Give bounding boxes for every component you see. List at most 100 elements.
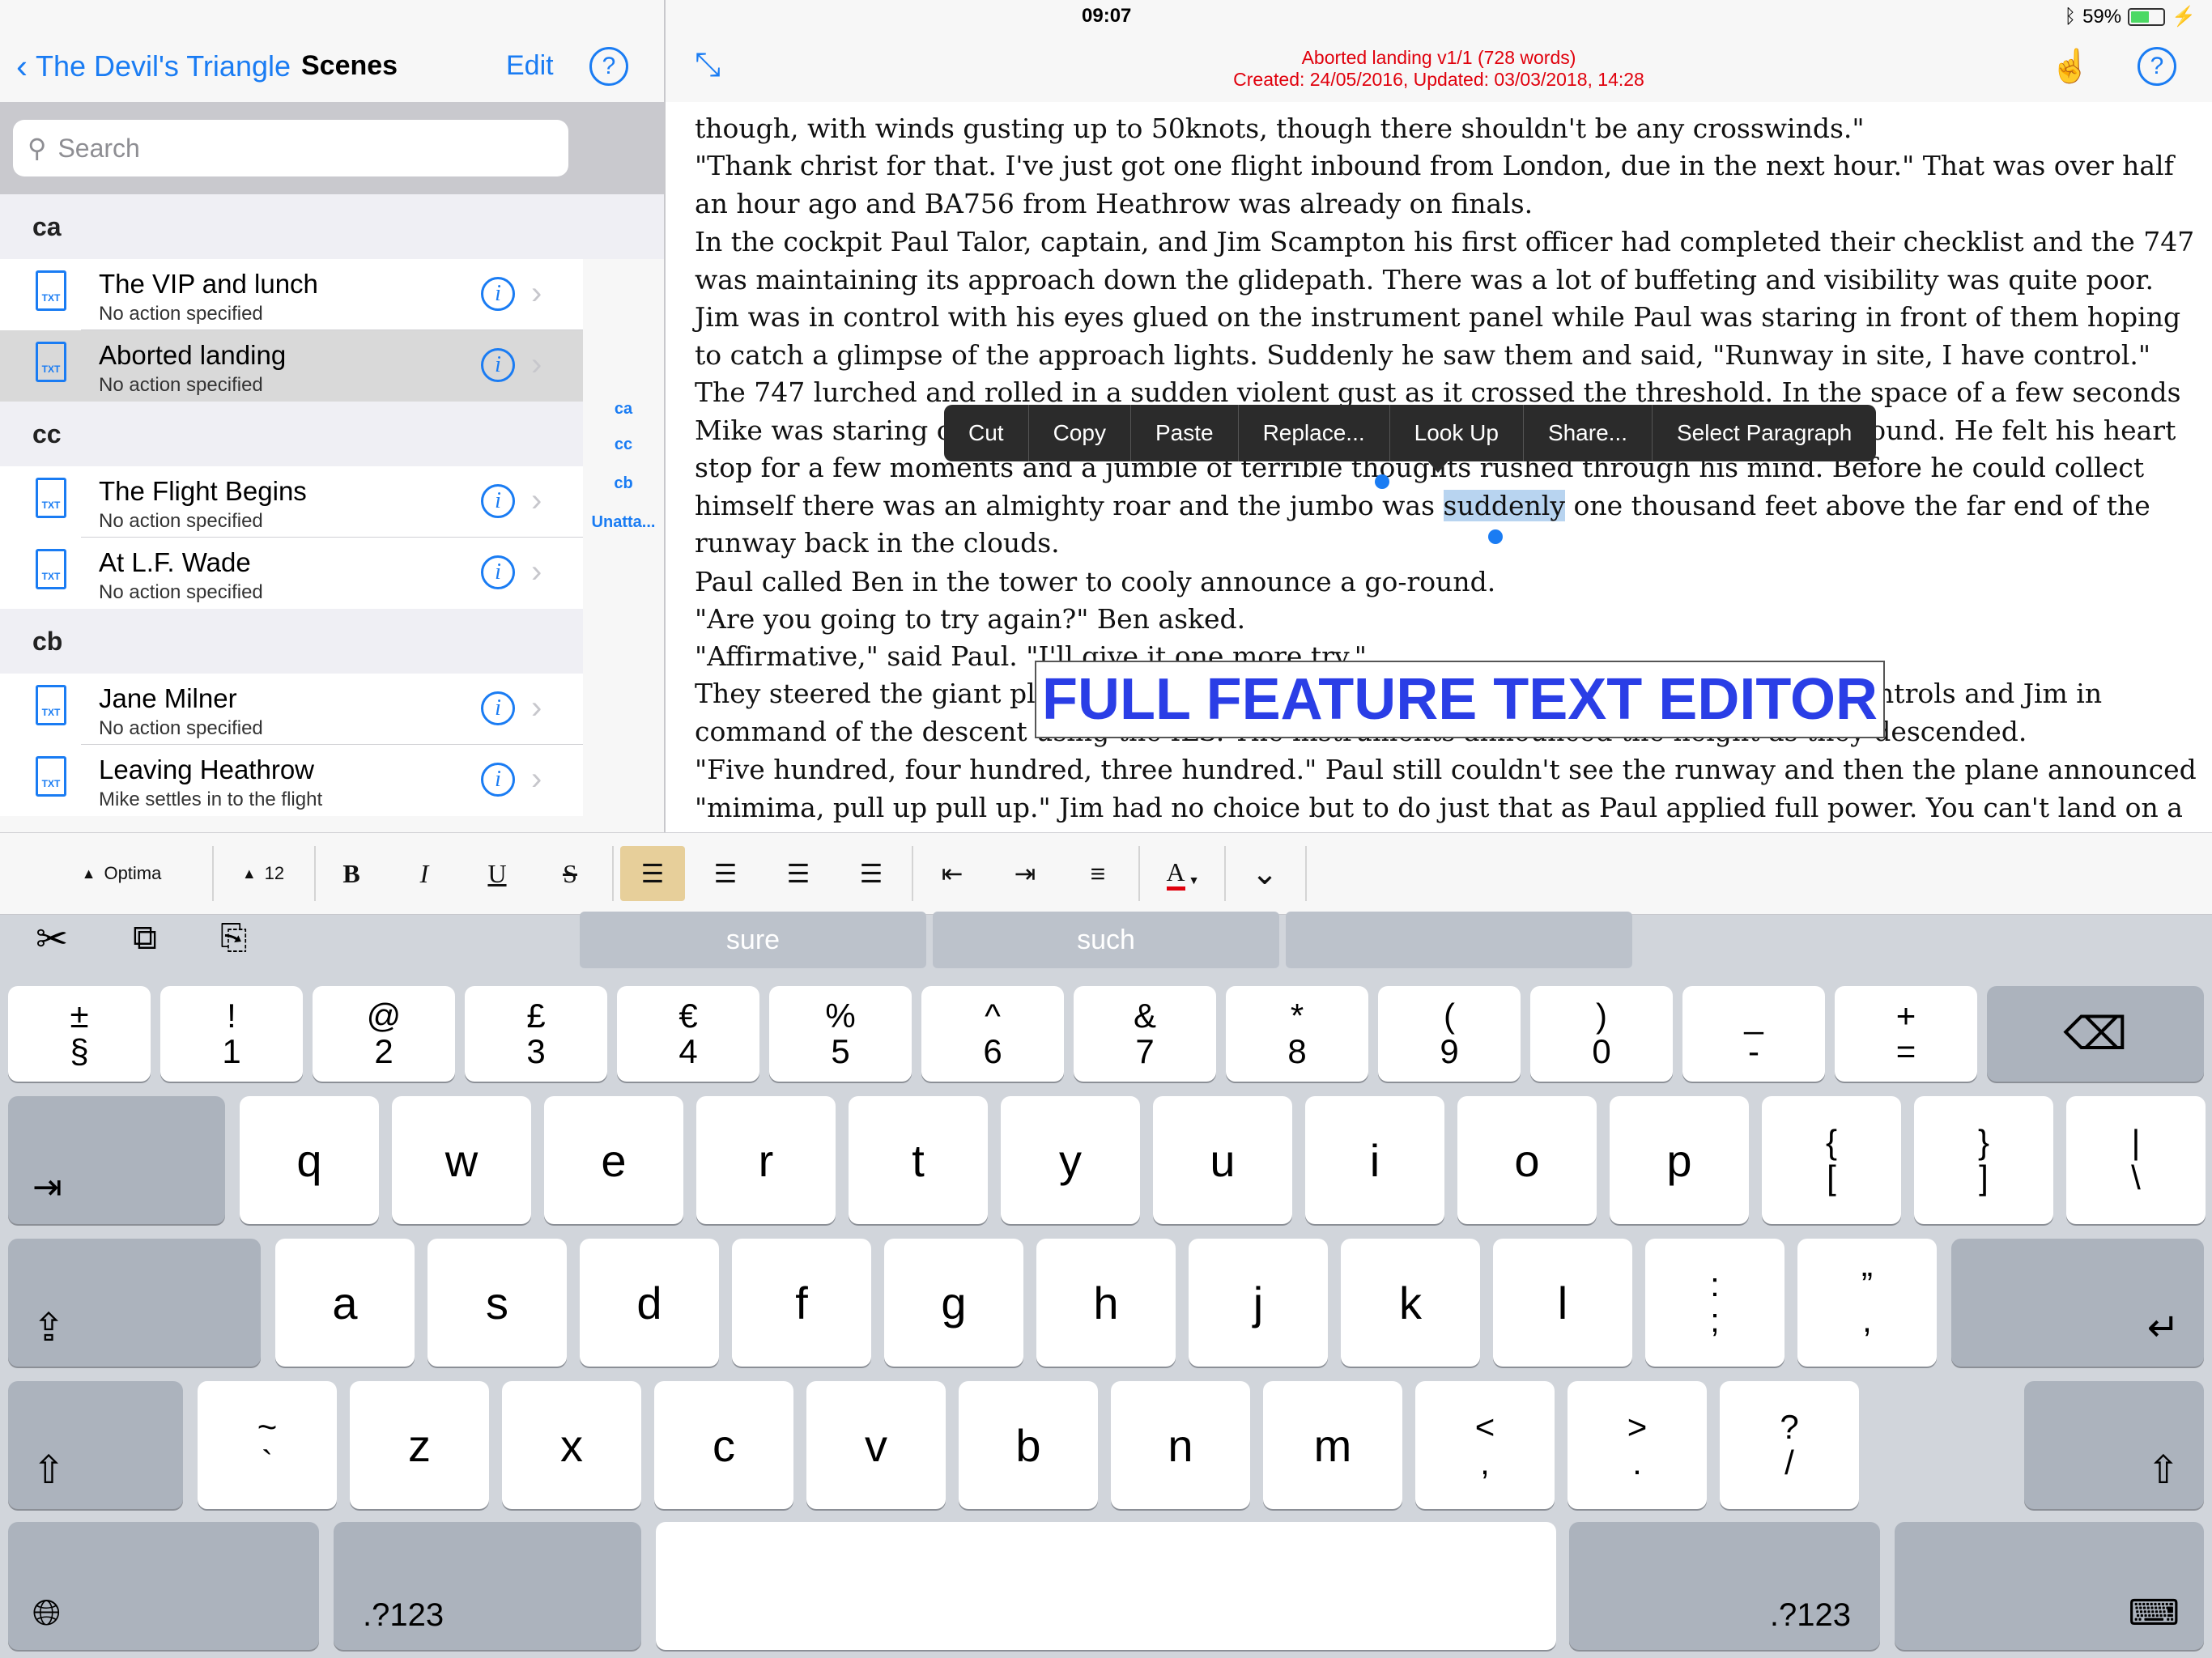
cut-shortcut-icon[interactable]: ✂	[36, 916, 68, 962]
hide-keyboard-key[interactable]: ⌨	[1895, 1522, 2204, 1650]
menu-share[interactable]: Share...	[1524, 405, 1653, 461]
selected-text[interactable]: suddenly	[1443, 489, 1565, 521]
key-a[interactable]: a	[275, 1239, 415, 1367]
key-r[interactable]: r	[696, 1096, 836, 1224]
return-key[interactable]: ↵	[1951, 1239, 2204, 1367]
section-index-ca[interactable]: ca	[583, 400, 664, 419]
align-right-button[interactable]: ☰	[766, 846, 831, 901]
section-index-cc[interactable]: cc	[583, 436, 664, 454]
key-w[interactable]: w	[392, 1096, 531, 1224]
key-j[interactable]: j	[1189, 1239, 1328, 1367]
key-4[interactable]: €4	[617, 986, 759, 1082]
key-u[interactable]: u	[1153, 1096, 1292, 1224]
copy-shortcut-icon[interactable]: ⧉	[133, 918, 157, 958]
key-l[interactable]: l	[1493, 1239, 1632, 1367]
info-icon[interactable]: i	[481, 277, 515, 311]
font-size-picker[interactable]: ▲ 12	[219, 846, 308, 901]
suggestion[interactable]: such	[933, 912, 1279, 968]
list-item[interactable]: TXT The VIP and lunch No action specifie…	[0, 259, 583, 330]
key-c[interactable]: c	[654, 1381, 793, 1509]
info-icon[interactable]: i	[481, 484, 515, 518]
key-b[interactable]: b	[959, 1381, 1098, 1509]
key-s[interactable]: s	[428, 1239, 567, 1367]
selection-start-handle[interactable]	[1375, 474, 1389, 489]
key-m[interactable]: m	[1263, 1381, 1402, 1509]
menu-look-up[interactable]: Look Up	[1390, 405, 1524, 461]
key-x[interactable]: x	[502, 1381, 641, 1509]
section-index-unattached[interactable]: Unatta...	[583, 513, 664, 532]
list-item[interactable]: TXT The Flight Begins No action specifie…	[0, 466, 583, 538]
key-f[interactable]: f	[732, 1239, 871, 1367]
info-icon[interactable]: i	[481, 555, 515, 589]
space-bar[interactable]	[656, 1522, 1556, 1650]
key-n[interactable]: n	[1111, 1381, 1250, 1509]
align-center-button[interactable]: ☰	[693, 846, 758, 901]
key-6[interactable]: ^ 6	[921, 986, 1064, 1082]
info-icon[interactable]: i	[481, 348, 515, 382]
hide-keyboard-button[interactable]: ⌄	[1232, 846, 1297, 901]
key-0[interactable]: ) 0	[1530, 986, 1673, 1082]
key-1[interactable]: ! 1	[160, 986, 303, 1082]
key-symbol[interactable]: {[	[1762, 1096, 1901, 1224]
key-k[interactable]: k	[1341, 1239, 1480, 1367]
list-item[interactable]: TXT Leaving Heathrow Mike settles in to …	[0, 745, 583, 816]
key-symbol[interactable]: ”,	[1797, 1239, 1937, 1367]
bold-button[interactable]: B	[327, 846, 376, 901]
paste-shortcut-icon[interactable]: ⎘	[220, 918, 248, 958]
key-7[interactable]: & 7	[1074, 986, 1216, 1082]
key-§[interactable]: ± §	[8, 986, 151, 1082]
back-button[interactable]: ‹ The Devil's Triangle	[16, 47, 291, 86]
key-p[interactable]: p	[1610, 1096, 1749, 1224]
key-2[interactable]: @2	[313, 986, 455, 1082]
editor-help-button[interactable]: ?	[2138, 47, 2176, 86]
delete-key[interactable]: ⌫	[1987, 986, 2204, 1082]
key--[interactable]: _ -	[1682, 986, 1825, 1082]
touch-add-icon[interactable]: ☝	[2050, 47, 2091, 85]
info-icon[interactable]: i	[481, 763, 515, 797]
list-item[interactable]: TXT Jane Milner No action specified i ›	[0, 674, 583, 745]
key-e[interactable]: e	[544, 1096, 683, 1224]
key-symbol[interactable]: <,	[1415, 1381, 1555, 1509]
key-symbol[interactable]: :;	[1645, 1239, 1784, 1367]
key-tilde[interactable]: ~ `	[198, 1381, 337, 1509]
key-3[interactable]: £3	[465, 986, 607, 1082]
menu-select-paragraph[interactable]: Select Paragraph	[1653, 405, 1876, 461]
key-symbol[interactable]: ? /	[1720, 1381, 1859, 1509]
key-9[interactable]: (9	[1378, 986, 1521, 1082]
menu-replace[interactable]: Replace...	[1239, 405, 1390, 461]
key-i[interactable]: i	[1305, 1096, 1444, 1224]
menu-copy[interactable]: Copy	[1029, 405, 1131, 461]
key-y[interactable]: y	[1001, 1096, 1140, 1224]
key-symbol[interactable]: >.	[1568, 1381, 1707, 1509]
indent-button[interactable]: ⇥	[993, 846, 1057, 901]
italic-button[interactable]: I	[400, 846, 449, 901]
search-input[interactable]: ⚲ Search	[13, 120, 568, 176]
underline-button[interactable]: U	[473, 846, 521, 901]
key-8[interactable]: * 8	[1226, 986, 1368, 1082]
key-symbol[interactable]: | \	[2066, 1096, 2206, 1224]
suggestion[interactable]: sure	[580, 912, 926, 968]
numbers-mode-key-right[interactable]: .?123	[1569, 1522, 1880, 1650]
key-5[interactable]: % 5	[769, 986, 912, 1082]
info-icon[interactable]: i	[481, 691, 515, 725]
align-justify-button[interactable]: ☰	[839, 846, 904, 901]
list-item[interactable]: TXT At L.F. Wade No action specified i ›	[0, 538, 583, 609]
sidebar-help-button[interactable]: ?	[589, 47, 628, 86]
suggestion[interactable]	[1286, 912, 1632, 968]
edit-button[interactable]: Edit	[506, 50, 554, 82]
align-left-button[interactable]: ☰	[620, 846, 685, 901]
key-t[interactable]: t	[849, 1096, 988, 1224]
font-picker[interactable]: ▲ Optima	[32, 846, 211, 901]
key-o[interactable]: o	[1457, 1096, 1597, 1224]
key-q[interactable]: q	[240, 1096, 379, 1224]
key-g[interactable]: g	[884, 1239, 1023, 1367]
right-shift-key[interactable]: ⇧	[2024, 1381, 2204, 1509]
outdent-button[interactable]: ⇤	[920, 846, 985, 901]
left-shift-key[interactable]: ⇧	[8, 1381, 183, 1509]
strikethrough-button[interactable]: S	[546, 846, 594, 901]
list-item[interactable]: TXT Aborted landing No action specified …	[0, 330, 583, 402]
key-d[interactable]: d	[580, 1239, 719, 1367]
section-index-cb[interactable]: cb	[583, 474, 664, 493]
line-spacing-button[interactable]: ≡	[1066, 846, 1130, 901]
key-symbol[interactable]: }]	[1914, 1096, 2053, 1224]
